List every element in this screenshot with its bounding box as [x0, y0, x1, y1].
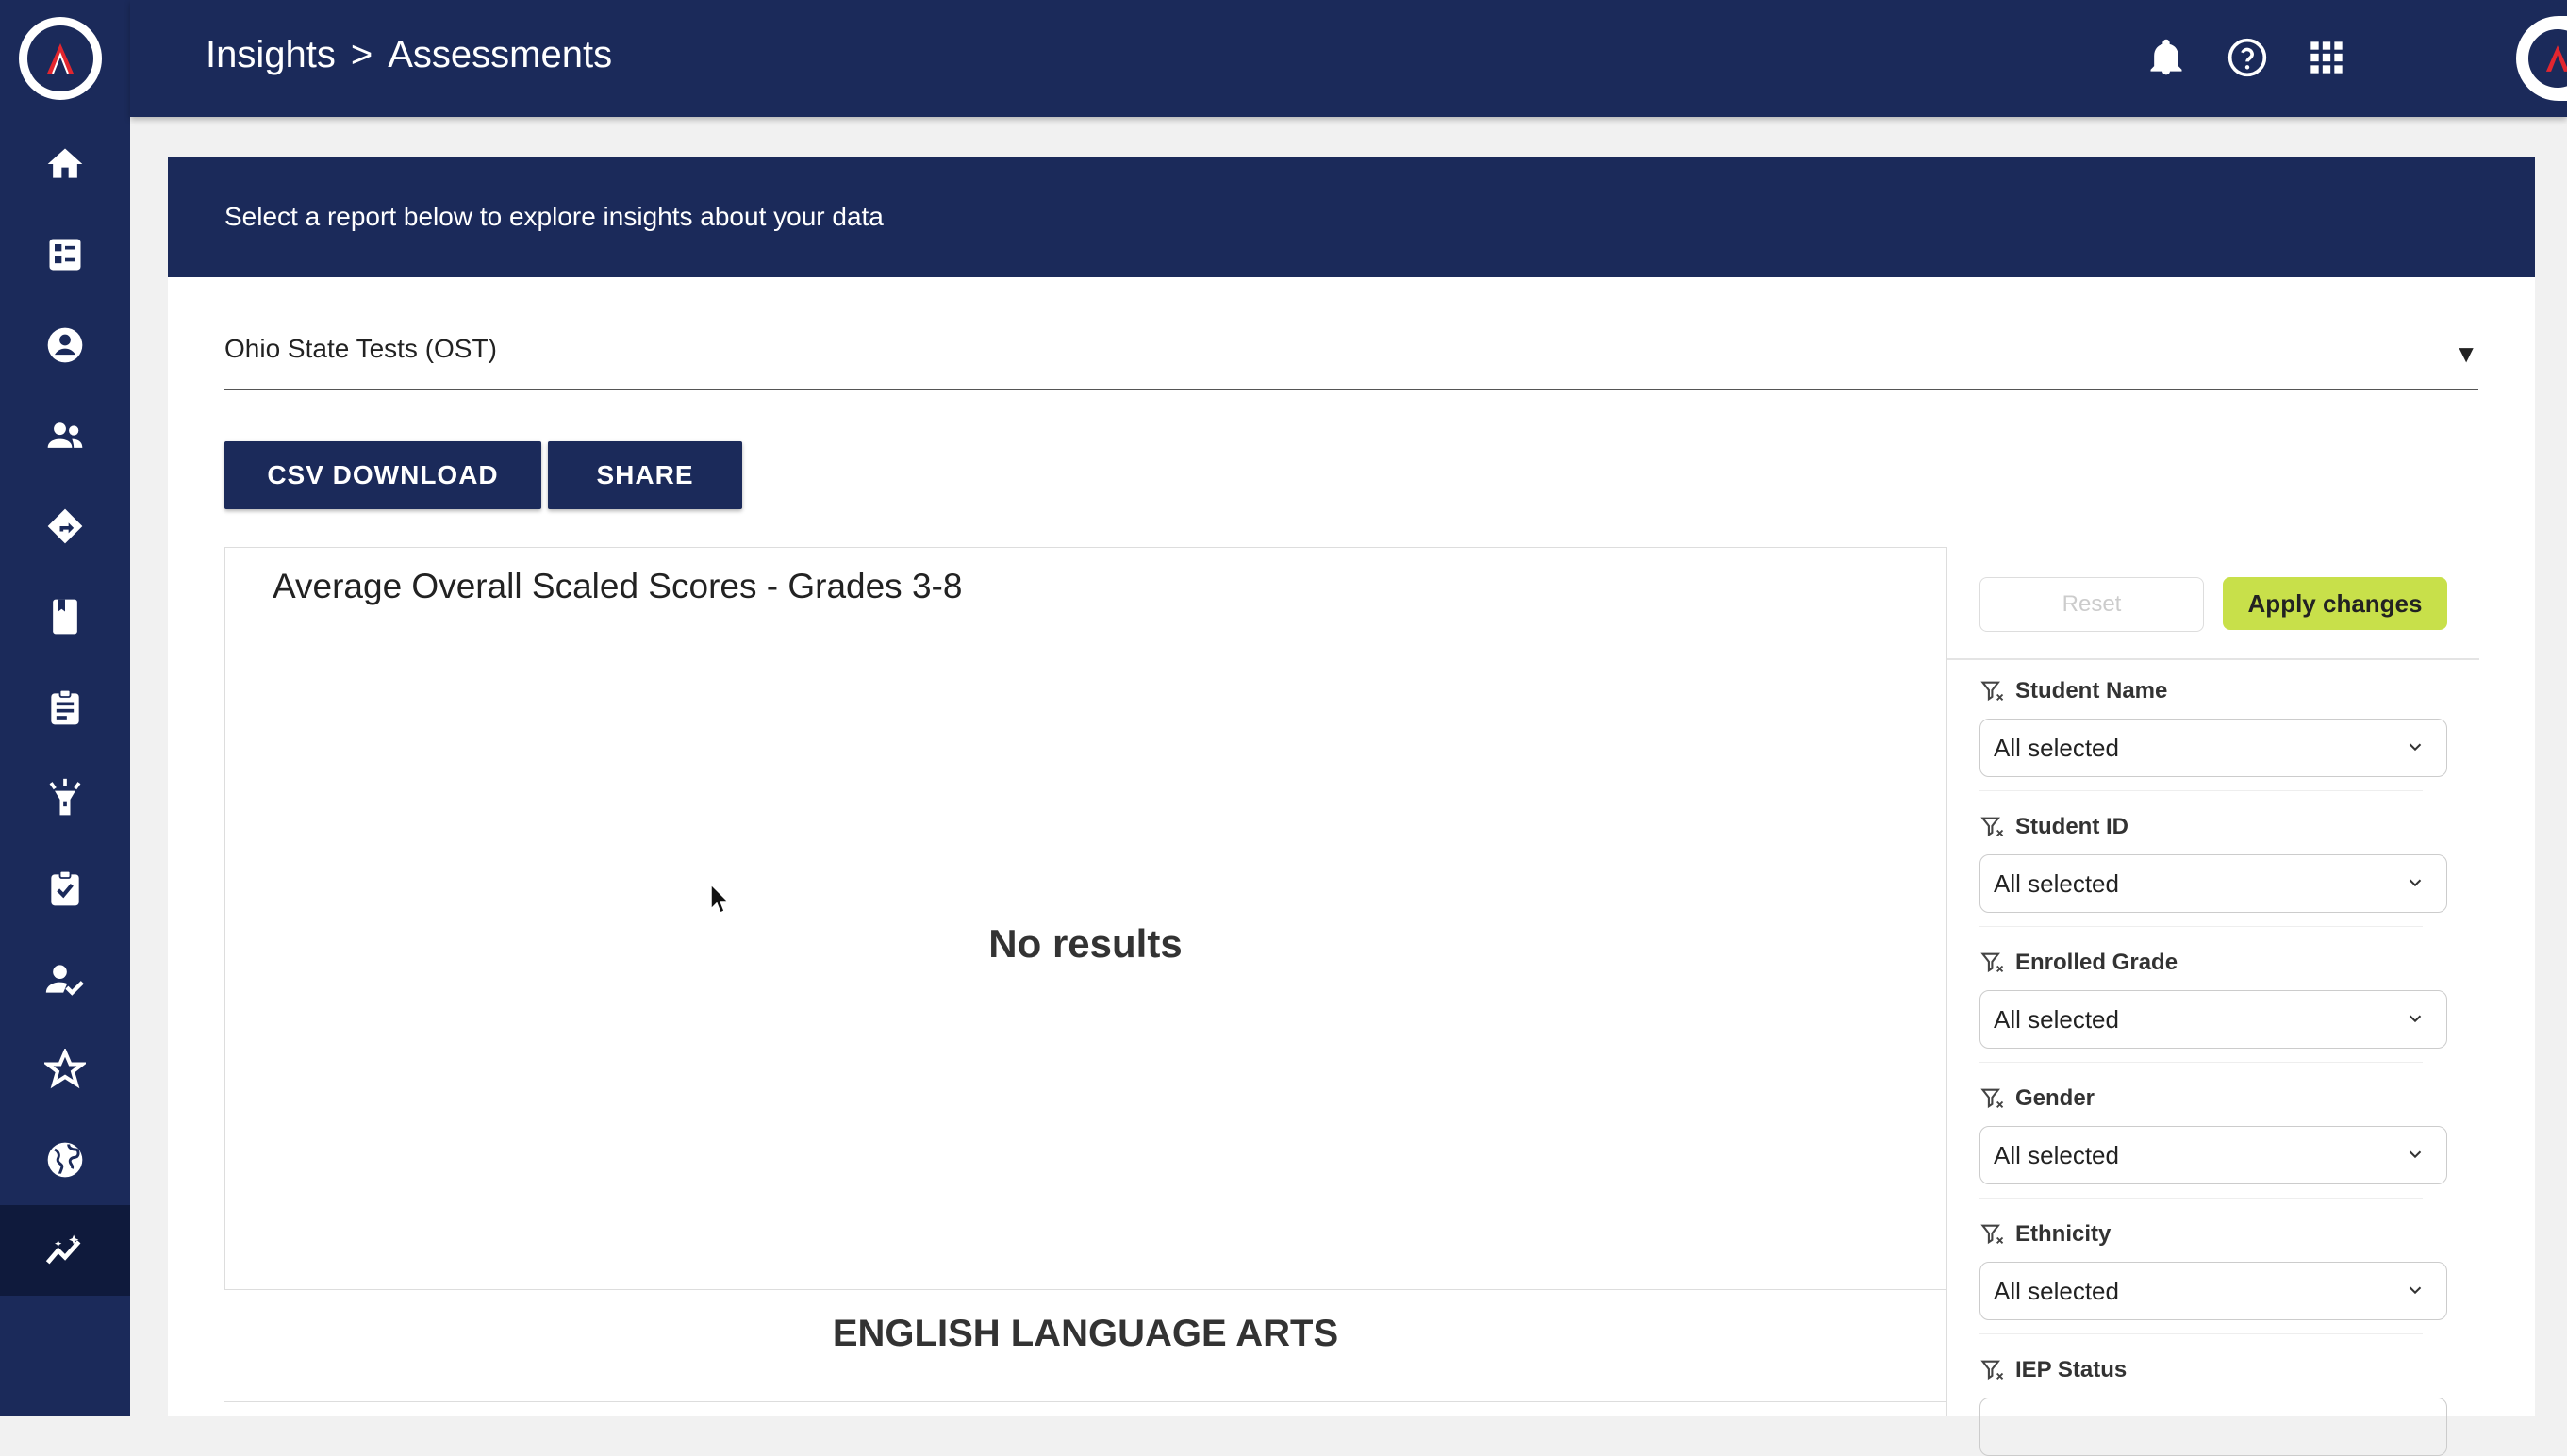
chart-title: Average Overall Scaled Scores - Grades 3…	[273, 567, 963, 605]
breadcrumb-assessments: Assessments	[388, 34, 613, 75]
assignment-icon	[51, 688, 79, 725]
filter-iep-status: IEP Status	[1979, 1356, 2451, 1456]
sidebar-item-profile[interactable]	[0, 300, 130, 390]
sidebar-item-directions[interactable]	[0, 481, 130, 571]
chevron-down-icon	[2409, 1150, 2422, 1159]
select-value: All selected	[1994, 869, 2119, 898]
account-circle-icon	[47, 327, 83, 363]
chevron-down-icon	[2409, 879, 2422, 887]
select-value: All selected	[1994, 733, 2119, 762]
select-value: All selected	[1994, 1004, 2119, 1034]
report-select[interactable]: Ohio State Tests (OST) ▼	[224, 321, 2478, 390]
filter-label: Ethnicity	[2015, 1221, 2112, 1247]
chevron-down-icon	[2409, 743, 2422, 752]
filters-divider	[1947, 658, 2479, 660]
student-id-select[interactable]: All selected	[1979, 854, 2447, 913]
select-value: All selected	[1994, 1140, 2119, 1169]
sidebar-item-globe[interactable]	[0, 1115, 130, 1205]
report-select-value: Ohio State Tests (OST)	[224, 334, 497, 363]
globe-icon	[47, 1142, 83, 1178]
filter-funnel-icon	[1980, 1224, 2004, 1245]
apps-grid-icon	[2310, 41, 2343, 74]
breadcrumb-insights[interactable]: Insights	[206, 34, 336, 76]
filter-funnel-icon	[1980, 952, 2004, 973]
filter-label: Gender	[2015, 1085, 2095, 1111]
brand-logo[interactable]	[19, 17, 102, 100]
filter-label: Student Name	[2015, 678, 2168, 703]
csv-download-button[interactable]: CSV DOWNLOAD	[224, 441, 541, 509]
student-name-select[interactable]: All selected	[1979, 719, 2447, 777]
org-logo-icon	[2524, 25, 2567, 92]
sidebar-item-tasks[interactable]	[0, 843, 130, 934]
breadcrumb: Insights > Assessments	[206, 34, 612, 76]
sidebar	[0, 0, 130, 1416]
section-title: ENGLISH LANGUAGE ARTS	[832, 1313, 1339, 1354]
filter-ethnicity: Ethnicity All selected	[1979, 1220, 2451, 1334]
filters-panel: Reset Apply changes Student Name All sel…	[1946, 547, 2479, 1456]
flashlight-icon	[49, 778, 81, 816]
page-banner: Select a report below to explore insight…	[168, 157, 2535, 277]
apply-changes-button[interactable]: Apply changes	[2223, 577, 2447, 630]
bell-icon	[2150, 39, 2182, 75]
task-check-icon	[51, 869, 79, 906]
apps-button[interactable]	[2303, 34, 2350, 81]
gender-select[interactable]: All selected	[1979, 1126, 2447, 1184]
sidebar-item-home[interactable]	[0, 119, 130, 209]
filter-label: Enrolled Grade	[2015, 950, 2178, 975]
sidebar-item-favorites[interactable]	[0, 1024, 130, 1115]
sidebar-item-insights[interactable]	[0, 1205, 130, 1296]
insights-trend-icon	[45, 1234, 81, 1265]
chart-panel: Average Overall Scaled Scores - Grades 3…	[224, 547, 1946, 1290]
people-icon	[47, 422, 83, 448]
star-outline-icon	[44, 1049, 86, 1089]
dropdown-arrow-icon: ▼	[2454, 339, 2478, 368]
filter-funnel-icon	[1980, 681, 2004, 702]
person-check-icon	[45, 965, 84, 996]
filter-student-id: Student ID All selected	[1979, 813, 2451, 927]
breadcrumb-separator: >	[350, 34, 373, 75]
filter-funnel-icon	[1980, 1088, 2004, 1109]
share-button[interactable]: SHARE	[548, 441, 742, 509]
sidebar-item-book[interactable]	[0, 571, 130, 662]
top-header: Insights > Assessments	[130, 0, 2567, 117]
no-results-message: No results	[988, 921, 1183, 966]
help-button[interactable]	[2224, 34, 2271, 81]
account-menu-button[interactable]	[2516, 16, 2567, 101]
filter-funnel-icon	[1980, 1360, 2004, 1381]
mouse-pointer-icon	[710, 883, 730, 915]
filter-funnel-icon	[1980, 817, 2004, 837]
filter-gender: Gender All selected	[1979, 1084, 2451, 1199]
banner-text: Select a report below to explore insight…	[224, 202, 884, 231]
enrolled-grade-select[interactable]: All selected	[1979, 990, 2447, 1049]
sidebar-item-assignments[interactable]	[0, 662, 130, 753]
book-icon	[53, 599, 77, 635]
notifications-button[interactable]	[2143, 34, 2190, 81]
filter-label: Student ID	[2015, 814, 2128, 839]
filter-student-name: Student Name All selected	[1979, 677, 2451, 791]
sidebar-item-dashboard[interactable]	[0, 209, 130, 300]
ethnicity-select[interactable]: All selected	[1979, 1262, 2447, 1320]
iep-status-select[interactable]	[1979, 1398, 2447, 1456]
report-card: Ohio State Tests (OST) ▼ CSV DOWNLOAD SH…	[168, 277, 2535, 1456]
directions-icon	[47, 508, 83, 544]
sidebar-item-spotlight[interactable]	[0, 753, 130, 843]
sidebar-item-verified-user[interactable]	[0, 934, 130, 1024]
next-chart-panel	[224, 1401, 1946, 1417]
help-circle-icon	[2227, 38, 2267, 77]
dashboard-list-icon	[49, 239, 81, 271]
filter-enrolled-grade: Enrolled Grade All selected	[1979, 949, 2451, 1063]
home-icon	[47, 148, 83, 178]
chevron-down-icon	[2409, 1015, 2422, 1023]
chevron-down-icon	[2409, 1286, 2422, 1295]
select-value: All selected	[1994, 1276, 2119, 1305]
reset-button[interactable]: Reset	[1979, 577, 2204, 632]
sidebar-item-groups[interactable]	[0, 390, 130, 481]
filter-label: IEP Status	[2015, 1357, 2128, 1382]
